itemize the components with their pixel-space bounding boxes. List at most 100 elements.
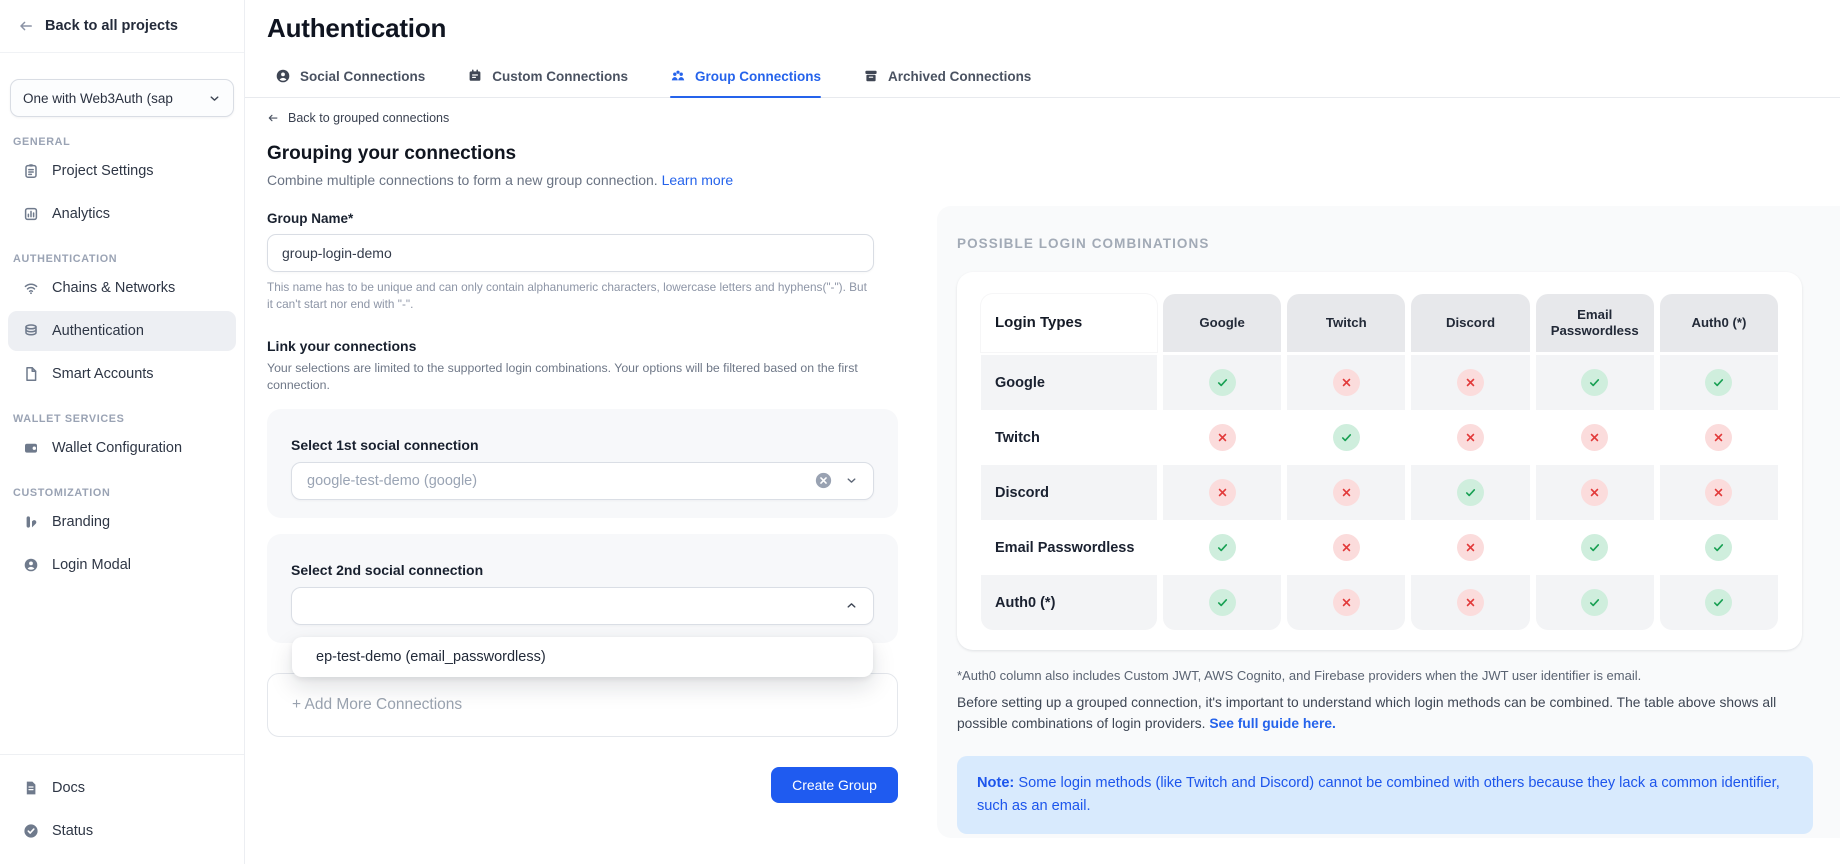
- page-title: Authentication: [245, 0, 1840, 44]
- sidebar-item-project-settings[interactable]: Project Settings: [8, 151, 236, 191]
- learn-more-link[interactable]: Learn more: [662, 172, 734, 188]
- clear-selection-icon[interactable]: [815, 472, 832, 489]
- link-connections-help: Your selections are limited to the suppo…: [267, 360, 879, 394]
- cross-icon: [1705, 479, 1732, 506]
- tab-label: Custom Connections: [492, 69, 628, 84]
- form-subheading-text: Combine multiple connections to form a n…: [267, 172, 658, 188]
- branding-icon: [23, 514, 39, 530]
- combo-cell: [1536, 520, 1654, 575]
- chevron-down-icon[interactable]: [845, 474, 858, 487]
- back-to-projects-button[interactable]: Back to all projects: [0, 0, 244, 53]
- sidebar-item-label: Wallet Configuration: [52, 440, 182, 456]
- group-connection-form: Grouping your connections Combine multip…: [267, 143, 898, 803]
- combo-cell: [1536, 465, 1654, 520]
- wallet-icon: [23, 440, 39, 456]
- sidebar-item-label: Login Modal: [52, 557, 131, 573]
- combo-cell: [1536, 575, 1654, 630]
- tab-social-connections[interactable]: Social Connections: [275, 68, 425, 97]
- arrow-left-icon: [18, 18, 34, 34]
- sidebar-item-label: Docs: [52, 780, 85, 796]
- sidebar-item-docs[interactable]: Docs: [8, 768, 236, 808]
- login-types-column: Login TypesGoogleTwitchDiscordEmail Pass…: [981, 294, 1157, 630]
- combo-cell: [1411, 520, 1529, 575]
- combinations-table: Login TypesGoogleTwitchDiscordEmail Pass…: [981, 294, 1778, 630]
- second-connection-select[interactable]: ep-test-demo (email_passwordless): [291, 587, 874, 625]
- group-name-input[interactable]: [267, 234, 874, 272]
- form-subheading: Combine multiple connections to form a n…: [267, 172, 898, 188]
- file-icon: [23, 366, 39, 382]
- combo-cell: [1411, 410, 1529, 465]
- group-name-help: This name has to be unique and can only …: [267, 279, 871, 313]
- combo-cell: [1411, 465, 1529, 520]
- combo-column-header: Google: [1163, 294, 1281, 352]
- sidebar-item-label: Smart Accounts: [52, 366, 154, 382]
- sidebar-item-branding[interactable]: Branding: [8, 502, 236, 542]
- combo-column-twitch: Twitch: [1287, 294, 1405, 630]
- sidebar-item-login-modal[interactable]: Login Modal: [8, 545, 236, 585]
- dropdown-option[interactable]: ep-test-demo (email_passwordless): [292, 637, 873, 677]
- auth0-footnote: *Auth0 column also includes Custom JWT, …: [957, 668, 1840, 683]
- sidebar-item-chains-networks[interactable]: Chains & Networks: [8, 268, 236, 308]
- tab-label: Archived Connections: [888, 69, 1031, 84]
- cross-icon: [1333, 369, 1360, 396]
- sidebar-item-label: Analytics: [52, 206, 110, 222]
- combo-column-header: Discord: [1411, 294, 1529, 352]
- check-icon: [1209, 369, 1236, 396]
- first-connection-select[interactable]: google-test-demo (google): [291, 462, 874, 500]
- combo-cell: [1411, 575, 1529, 630]
- cross-icon: [1333, 534, 1360, 561]
- create-group-button[interactable]: Create Group: [771, 767, 898, 803]
- combo-cell: [1660, 355, 1778, 410]
- form-heading: Grouping your connections: [267, 143, 898, 165]
- group-name-label: Group Name*: [267, 211, 898, 226]
- sidebar-item-status[interactable]: Status: [8, 811, 236, 851]
- user-circle-icon: [23, 557, 39, 573]
- person-circle-icon: [275, 68, 291, 84]
- cross-icon: [1457, 534, 1484, 561]
- combo-column-header: Twitch: [1287, 294, 1405, 352]
- sidebar-item-analytics[interactable]: Analytics: [8, 194, 236, 234]
- combo-cell: [1163, 520, 1281, 575]
- check-icon: [1209, 534, 1236, 561]
- add-more-connections-button[interactable]: + Add More Connections: [267, 673, 898, 737]
- combo-cell: [1287, 575, 1405, 630]
- sidebar-item-label: Project Settings: [52, 163, 154, 179]
- first-connection-card: Select 1st social connection google-test…: [267, 409, 898, 518]
- cross-icon: [1209, 424, 1236, 451]
- users-icon: [670, 68, 686, 84]
- sidebar-section-label: GENERAL: [13, 136, 231, 148]
- chevron-up-icon[interactable]: [845, 599, 858, 612]
- row-label-email-passwordless: Email Passwordless: [981, 520, 1157, 575]
- project-selector[interactable]: One with Web3Auth (sap: [10, 79, 234, 117]
- tab-group-connections[interactable]: Group Connections: [670, 68, 821, 97]
- sidebar-item-authentication[interactable]: Authentication: [8, 311, 236, 351]
- first-connection-value: google-test-demo (google): [307, 473, 477, 489]
- cross-icon: [1457, 589, 1484, 616]
- main-area: Authentication Social Connections Custom …: [245, 0, 1840, 864]
- stack-icon: [23, 323, 39, 339]
- check-icon: [1581, 369, 1608, 396]
- chart-icon: [23, 206, 39, 222]
- tab-custom-connections[interactable]: Custom Connections: [467, 68, 628, 97]
- check-icon: [1581, 589, 1608, 616]
- guide-footnote: Before setting up a grouped connection, …: [957, 693, 1813, 734]
- note-box: Note: Some login methods (like Twitch an…: [957, 756, 1813, 833]
- combo-column-header: Auth0 (*): [1660, 294, 1778, 352]
- sidebar-section-label: WALLET SERVICES: [13, 413, 231, 425]
- status-icon: [23, 823, 39, 839]
- sidebar-item-smart-accounts[interactable]: Smart Accounts: [8, 354, 236, 394]
- tab-bar: Social Connections Custom Connections Grou…: [245, 68, 1840, 98]
- archive-icon: [863, 68, 879, 84]
- tab-archived-connections[interactable]: Archived Connections: [863, 68, 1031, 97]
- row-label-twitch: Twitch: [981, 410, 1157, 465]
- sidebar-item-wallet-configuration[interactable]: Wallet Configuration: [8, 428, 236, 468]
- combo-column-email-passwordless: Email Passwordless: [1536, 294, 1654, 630]
- full-guide-link[interactable]: See full guide here.: [1209, 716, 1336, 731]
- back-to-projects-label: Back to all projects: [45, 18, 178, 34]
- doc-icon: [23, 780, 39, 796]
- check-icon: [1705, 369, 1732, 396]
- cross-icon: [1581, 479, 1608, 506]
- combo-cell: [1660, 465, 1778, 520]
- back-to-grouped-connections-link[interactable]: Back to grouped connections: [267, 111, 449, 125]
- combo-cell: [1660, 575, 1778, 630]
